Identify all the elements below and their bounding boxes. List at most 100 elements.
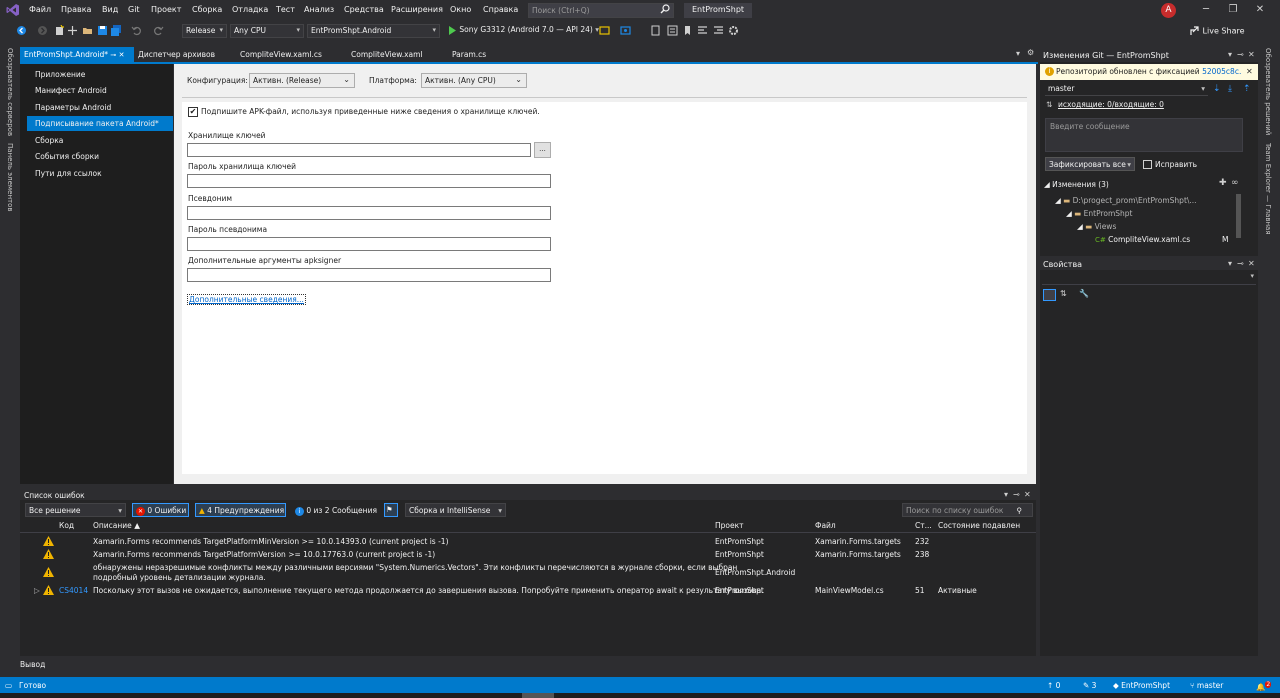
categorized-view-icon[interactable]	[1043, 289, 1056, 301]
fetch-icon[interactable]: ⇣	[1213, 84, 1221, 94]
apksigner-args-input[interactable]	[187, 268, 551, 282]
menu-file[interactable]: Файл	[29, 5, 51, 14]
menu-build[interactable]: Сборка	[192, 5, 222, 14]
unpushed-commits[interactable]: ↑ 0	[1047, 681, 1060, 690]
property-pages-wrench-icon[interactable]: 🔧	[1079, 289, 1089, 298]
git-scrollbar[interactable]	[1236, 194, 1241, 238]
close-panel-icon[interactable]: ✕	[1248, 50, 1255, 59]
close-panel-icon[interactable]: ✕	[1248, 259, 1255, 268]
commit-all-button[interactable]: Зафиксировать все ▾	[1045, 157, 1135, 171]
screenshot-icon[interactable]	[620, 25, 631, 36]
build-intellisense-dropdown[interactable]: Сборка и IntelliSense ▾	[405, 503, 506, 517]
nav-item-application[interactable]: Приложение	[27, 67, 173, 82]
error-row-code-link[interactable]: CS4014	[59, 586, 88, 595]
git-commit-link[interactable]: 52005c8c.	[1202, 67, 1241, 76]
pin-icon[interactable]: ⊸	[1237, 259, 1244, 268]
alias-password-input[interactable]	[187, 237, 551, 251]
column-suppression-state[interactable]: Состояние подавлен	[938, 521, 1020, 533]
sign-apk-checkbox[interactable]: ✔	[188, 107, 198, 117]
pending-changes[interactable]: ✎ 3	[1083, 681, 1096, 690]
tree-item-views-folder[interactable]: ◢ ▬ Views	[1077, 222, 1116, 231]
menu-view[interactable]: Вид	[102, 5, 118, 14]
close-window-icon[interactable]: ✕	[1254, 4, 1266, 16]
stage-all-icon[interactable]: ✚	[1219, 178, 1227, 188]
pin-icon[interactable]: ⊸	[1237, 50, 1244, 59]
alias-input[interactable]	[187, 206, 551, 220]
menu-git[interactable]: Git	[128, 5, 140, 14]
commit-message-input[interactable]: Введите сообщение	[1045, 118, 1243, 152]
back-icon[interactable]	[16, 25, 27, 36]
keystore-password-input[interactable]	[187, 174, 551, 188]
tab-settings-gear-icon[interactable]: ⚙	[1027, 48, 1034, 57]
expand-row-icon[interactable]: ▷	[34, 586, 40, 595]
indent-icon[interactable]	[713, 25, 724, 36]
browse-keystore-button[interactable]: ...	[534, 142, 551, 158]
maximize-icon[interactable]: ❐	[1227, 4, 1239, 16]
menu-edit[interactable]: Правка	[61, 5, 91, 14]
more-info-link[interactable]: Дополнительные сведения...	[187, 294, 306, 305]
platform-dropdown[interactable]: Any CPU ▾	[230, 24, 304, 38]
error-row-description[interactable]: Xamarin.Forms recommends TargetPlatformM…	[93, 537, 449, 546]
errors-filter-button[interactable]: ✕ 0 Ошибки	[132, 503, 189, 517]
alphabetical-sort-icon[interactable]: ⇅	[1060, 289, 1067, 298]
settings-gear-icon[interactable]	[728, 25, 739, 36]
output-tab[interactable]: Вывод	[20, 658, 1036, 674]
branch-selector[interactable]: ⑂ master	[1190, 681, 1223, 690]
notifications-bell-icon[interactable]: 🔔2	[1256, 681, 1272, 692]
pull-icon[interactable]: ⤓	[1228, 84, 1232, 94]
tree-item-file[interactable]: C# CompliteView.xaml.cs	[1095, 235, 1190, 244]
panel-menu-chevron-icon[interactable]: ▾	[1228, 259, 1232, 268]
menu-tools[interactable]: Средства	[344, 5, 384, 14]
comment-icon[interactable]	[667, 25, 678, 36]
configuration-select[interactable]: Активн. (Release) ⌄	[249, 73, 355, 88]
search-icon[interactable]	[660, 4, 670, 14]
build-filter-icon[interactable]: ⚑	[384, 503, 398, 517]
scope-dropdown[interactable]: Все решение ▾	[25, 503, 126, 517]
team-explorer-tab[interactable]: Team Explorer — Главная	[1264, 143, 1272, 235]
dismiss-info-icon[interactable]: ✕	[1246, 67, 1253, 76]
column-description[interactable]: Описание ▲	[93, 521, 140, 533]
run-button[interactable]: Sony G3312 (Android 7.0 — API 24) ▾	[446, 24, 601, 38]
warnings-filter-button[interactable]: ▲ 4 Предупреждения	[195, 503, 286, 517]
column-file[interactable]: Файл	[815, 521, 836, 533]
startup-project-dropdown[interactable]: EntPromShpt.Android ▾	[307, 24, 440, 38]
pin-icon[interactable]: ⊸	[110, 51, 116, 59]
error-row-description[interactable]: Xamarin.Forms recommends TargetPlatformV…	[93, 550, 435, 559]
properties-object-dropdown[interactable]: ▾	[1042, 272, 1256, 285]
repository-selector[interactable]: ◆ EntPromShpt	[1113, 681, 1170, 690]
menu-help[interactable]: Справка	[483, 5, 518, 14]
undo-icon[interactable]	[131, 25, 142, 36]
tab-compliteview-xaml[interactable]: CompliteView.xaml	[347, 47, 429, 62]
close-panel-icon[interactable]: ✕	[1024, 490, 1031, 499]
nav-item-build[interactable]: Сборка	[27, 133, 173, 148]
server-explorer-tab[interactable]: Обозреватель серверов	[6, 48, 14, 136]
configuration-dropdown[interactable]: Release ▾	[182, 24, 227, 38]
menu-test[interactable]: Тест	[276, 5, 295, 14]
menu-window[interactable]: Окно	[450, 5, 471, 14]
tree-item-folder[interactable]: ◢ ▬ D:\progect_prom\EntPromShpt\...	[1055, 196, 1197, 205]
panel-menu-chevron-icon[interactable]: ▾	[1004, 490, 1008, 499]
align-icon[interactable]	[697, 25, 708, 36]
tree-item-project-folder[interactable]: ◢ ▬ EntPromShpt	[1066, 209, 1133, 218]
user-avatar[interactable]: A	[1161, 3, 1176, 18]
toolbox-tab[interactable]: Панель элементов	[6, 143, 14, 212]
tab-project-properties[interactable]: EntPromShpt.Android* ⊸ ✕	[20, 47, 134, 62]
nav-item-android-options[interactable]: Параметры Android	[27, 100, 173, 115]
tab-overflow-chevron-icon[interactable]: ▾	[1016, 49, 1020, 58]
save-icon[interactable]	[97, 25, 108, 36]
tab-param-cs[interactable]: Param.cs	[448, 47, 492, 62]
forward-icon[interactable]	[37, 25, 48, 36]
tab-archive-manager[interactable]: Диспетчер архивов	[134, 47, 221, 62]
sync-status-link[interactable]: исходящие: 0/входящие: 0	[1058, 100, 1164, 109]
menu-extensions[interactable]: Расширения	[391, 5, 443, 14]
taskbar-item[interactable]	[522, 693, 554, 698]
keystore-input[interactable]	[187, 143, 531, 157]
save-all-icon[interactable]	[111, 25, 122, 36]
menu-project[interactable]: Проект	[151, 5, 181, 14]
panel-menu-chevron-icon[interactable]: ▾	[1228, 50, 1232, 59]
nav-item-android-package-signing[interactable]: Подписывание пакета Android*	[27, 116, 173, 131]
branch-dropdown[interactable]: master ▾	[1045, 83, 1208, 96]
bookmark-icon[interactable]	[682, 25, 693, 36]
error-row-description[interactable]: Поскольку этот вызов не ожидается, выпол…	[93, 586, 764, 595]
error-row-description[interactable]: обнаружены неразрешимые конфликты между …	[93, 563, 737, 572]
